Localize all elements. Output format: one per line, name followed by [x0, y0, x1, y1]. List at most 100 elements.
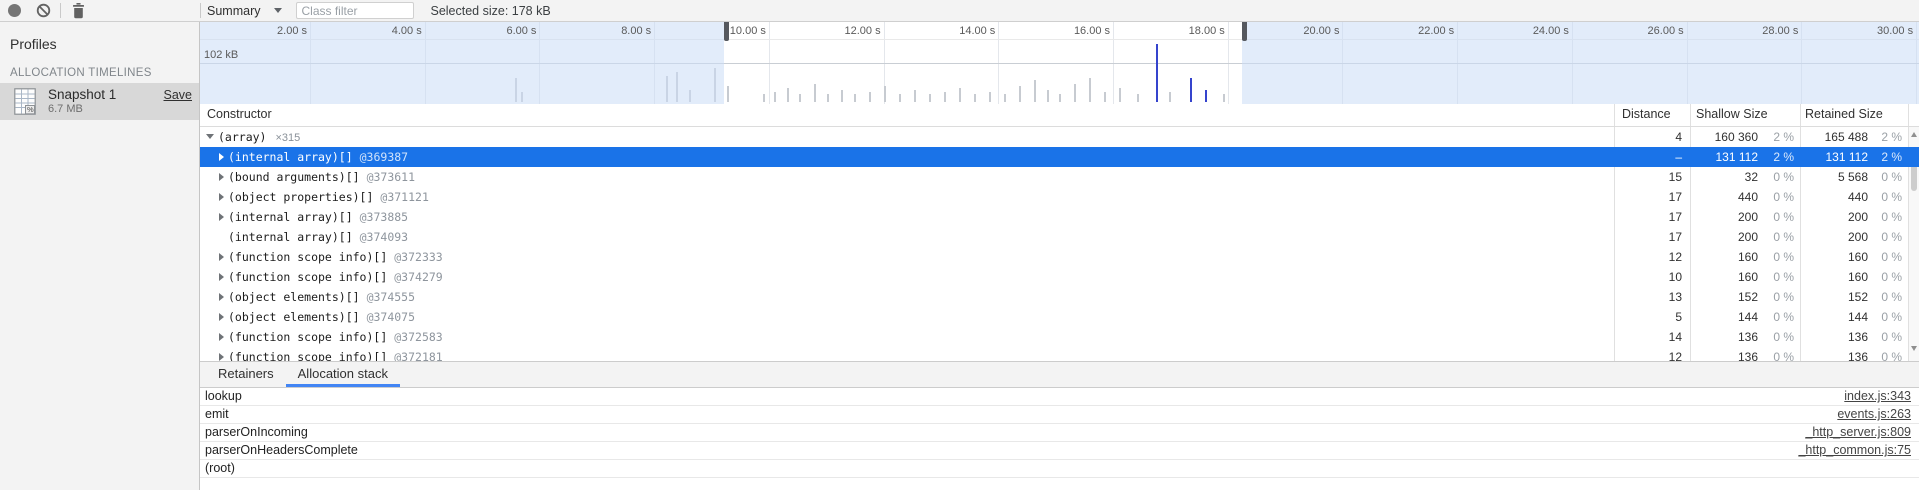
allocation-bar [1169, 92, 1171, 102]
retained-size-cell: 144 [1800, 307, 1868, 327]
object-id: @372583 [394, 330, 442, 344]
stack-frame-row: (root) [200, 460, 1919, 478]
retained-size-cell: 5 568 [1800, 167, 1868, 187]
constructor-name: (internal array)[] [228, 230, 353, 244]
class-filter-input[interactable] [296, 2, 414, 19]
clear-all-icon[interactable] [36, 3, 51, 18]
object-id: @374093 [360, 230, 408, 244]
distance-cell: 4 [1614, 127, 1682, 147]
table-row[interactable]: (bound arguments)[]@37361115320 %5 5680 … [200, 167, 1919, 187]
expand-arrow-icon[interactable] [219, 353, 224, 361]
stack-frame-row: parserOnIncoming_http_server.js:809 [200, 424, 1919, 442]
distance-cell: 14 [1614, 327, 1682, 347]
expand-arrow-icon[interactable] [219, 173, 224, 181]
expand-arrow-icon[interactable] [219, 333, 224, 341]
tab-allocation-stack[interactable]: Allocation stack [286, 362, 400, 387]
record-icon[interactable] [8, 4, 21, 17]
object-id: @374075 [367, 310, 415, 324]
column-header-distance[interactable]: Distance [1622, 107, 1671, 121]
expand-arrow-icon[interactable] [219, 293, 224, 301]
size-scale-label: 102 kB [204, 49, 238, 61]
shallow-size-cell: 160 [1690, 247, 1758, 267]
chevron-down-icon [274, 8, 282, 13]
source-location-link[interactable]: _http_common.js:75 [1798, 442, 1911, 459]
table-row[interactable]: (function scope info)[]@372181121360 %13… [200, 347, 1919, 361]
constructor-cell: (function scope info)[]@372333 [200, 247, 1633, 267]
distance-cell: 10 [1614, 267, 1682, 287]
source-location-link[interactable]: _http_server.js:809 [1805, 424, 1911, 441]
scrollbar-down-icon[interactable] [1911, 346, 1917, 351]
table-row[interactable]: (internal array)[]@369387–131 1122 %131 … [200, 147, 1919, 167]
constructor-name: (bound arguments)[] [228, 170, 360, 184]
allocation-bar [1119, 88, 1121, 102]
ruler-tick-label: 4.00 s [392, 25, 425, 37]
allocation-timeline-overview[interactable]: 2.00 s4.00 s6.00 s8.00 s10.00 s12.00 s14… [200, 22, 1919, 105]
expand-arrow-icon[interactable] [219, 273, 224, 281]
function-name: lookup [200, 389, 242, 403]
function-name: (root) [200, 461, 235, 475]
expand-arrow-icon[interactable] [219, 313, 224, 321]
object-id: @371121 [380, 190, 428, 204]
shallow-size-percent: 0 % [1758, 287, 1800, 307]
table-row[interactable]: (function scope info)[]@372583141360 %13… [200, 327, 1919, 347]
retained-size-percent: 0 % [1868, 167, 1908, 187]
retained-size-cell: 165 488 [1800, 127, 1868, 147]
shallow-size-cell: 200 [1690, 207, 1758, 227]
table-row[interactable]: (internal array)[]@373885172000 %2000 % [200, 207, 1919, 227]
ruler-tick-label: 20.00 s [1303, 25, 1342, 37]
snapshot-save-link[interactable]: Save [164, 88, 193, 102]
scrollbar-up-icon[interactable] [1911, 132, 1917, 137]
tab-retainers[interactable]: Retainers [206, 362, 286, 387]
table-row[interactable]: (object properties)[]@371121174400 %4400… [200, 187, 1919, 207]
column-header-shallow-size[interactable]: Shallow Size [1696, 107, 1768, 121]
constructor-name: (object properties)[] [228, 190, 373, 204]
table-row[interactable]: (object elements)[]@374555131520 %1520 % [200, 287, 1919, 307]
expand-arrow-icon[interactable] [219, 193, 224, 201]
trash-icon[interactable] [72, 3, 85, 19]
retained-size-cell: 136 [1800, 347, 1868, 361]
source-location-link[interactable]: events.js:263 [1837, 406, 1911, 423]
allocation-bar [884, 86, 886, 102]
selected-size-label: Selected size: 178 kB [430, 4, 550, 18]
object-id: @374279 [394, 270, 442, 284]
ruler-tick-label: 18.00 s [1189, 25, 1228, 37]
object-id: @372181 [394, 350, 442, 361]
shallow-size-cell: 136 [1690, 347, 1758, 361]
allocation-bar [869, 92, 871, 102]
object-id: @369387 [360, 150, 408, 164]
allocation-bar [914, 90, 916, 102]
constructor-cell: (internal array)[]@369387 [200, 147, 1633, 167]
expand-arrow-icon[interactable] [219, 153, 224, 161]
allocation-bar [841, 90, 843, 102]
table-row[interactable]: (internal array)[]@374093172000 %2000 % [200, 227, 1919, 247]
perspective-select[interactable]: Summary [207, 4, 282, 18]
stack-frame-row: emitevents.js:263 [200, 406, 1919, 424]
expand-arrow-icon[interactable] [219, 213, 224, 221]
bottom-tabbar: Retainers Allocation stack [200, 361, 1919, 388]
column-header-constructor[interactable]: Constructor [207, 107, 272, 121]
selection-end-handle[interactable] [1242, 22, 1247, 41]
sidebar-item-snapshot-1[interactable]: % Snapshot 1 6.7 MB Save [0, 83, 199, 120]
retained-size-cell: 200 [1800, 227, 1868, 247]
expand-arrow-icon[interactable] [219, 253, 224, 261]
retained-size-percent: 0 % [1868, 347, 1908, 361]
shallow-size-percent: 0 % [1758, 227, 1800, 247]
constructor-name: (array) [218, 130, 266, 144]
table-row[interactable]: (function scope info)[]@372333121600 %16… [200, 247, 1919, 267]
collapse-arrow-icon[interactable] [206, 134, 214, 139]
selection-start-handle[interactable] [724, 22, 729, 41]
allocation-bar [1205, 90, 1207, 102]
table-row[interactable]: (array)×3154160 3602 %165 4882 % [200, 127, 1919, 147]
retained-size-percent: 0 % [1868, 247, 1908, 267]
source-location-link[interactable]: index.js:343 [1844, 388, 1911, 405]
distance-cell: 5 [1614, 307, 1682, 327]
column-header-retained-size[interactable]: Retained Size [1805, 107, 1883, 121]
retained-size-cell: 152 [1800, 287, 1868, 307]
distance-cell: 15 [1614, 167, 1682, 187]
table-row[interactable]: (object elements)[]@37407551440 %1440 % [200, 307, 1919, 327]
allocation-bar [814, 84, 816, 102]
retained-size-percent: 0 % [1868, 207, 1908, 227]
table-row[interactable]: (function scope info)[]@374279101600 %16… [200, 267, 1919, 287]
retained-size-cell: 160 [1800, 247, 1868, 267]
constructor-name: (function scope info)[] [228, 350, 387, 361]
